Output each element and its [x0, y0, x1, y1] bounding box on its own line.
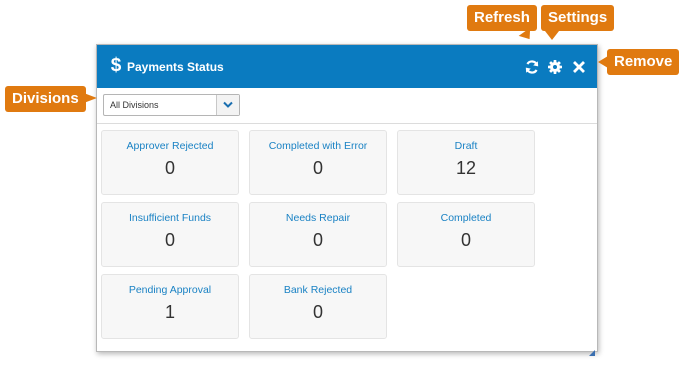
tile-value: 0 [312, 302, 323, 322]
divisions-select[interactable]: All Divisions [103, 94, 240, 116]
tile-label: Bank Rejected [283, 284, 353, 296]
callout-remove-pointer [598, 56, 608, 68]
status-tile-completed[interactable]: Completed 0 [397, 202, 535, 267]
dollar-icon: $ [110, 55, 122, 76]
tile-value: 12 [455, 158, 477, 178]
tile-label: Pending Approval [128, 284, 212, 296]
chevron-down-icon [223, 101, 233, 108]
tile-label: Completed with Error [268, 140, 368, 152]
divisions-select-value: All Divisions [110, 100, 159, 110]
tile-value: 0 [164, 158, 175, 178]
widget-title: Payments Status [127, 60, 224, 74]
tile-label: Draft [454, 140, 478, 152]
divisions-dropdown-button[interactable] [216, 95, 239, 115]
tile-label: Insufficient Funds [128, 212, 212, 224]
close-icon[interactable] [571, 59, 587, 75]
callout-remove: Remove [607, 49, 680, 75]
callout-refresh: Refresh [467, 5, 537, 31]
callout-settings-pointer [545, 31, 559, 40]
status-tile-draft[interactable]: Draft 12 [397, 130, 535, 195]
status-tile-approver-rejected[interactable]: Approver Rejected 0 [101, 130, 239, 195]
tile-label: Needs Repair [285, 212, 351, 224]
tile-value: 0 [312, 158, 323, 178]
tile-label: Completed [440, 212, 492, 224]
tile-value: 1 [164, 302, 175, 322]
gear-icon[interactable] [547, 59, 563, 75]
callout-settings: Settings [541, 5, 615, 31]
status-tile-pending-approval[interactable]: Pending Approval 1 [101, 274, 239, 339]
callout-divisions: Divisions [5, 86, 86, 112]
callout-divisions-pointer [81, 92, 97, 104]
header-divider [97, 123, 597, 124]
refresh-icon[interactable] [524, 59, 540, 75]
tile-value: 0 [164, 230, 175, 250]
status-tile-insufficient-funds[interactable]: Insufficient Funds 0 [101, 202, 239, 267]
tile-label: Approver Rejected [126, 140, 214, 152]
tile-value: 0 [312, 230, 323, 250]
status-tile-completed-with-error[interactable]: Completed with Error 0 [249, 130, 387, 195]
resize-grip-icon[interactable] [589, 343, 595, 356]
tile-value: 0 [460, 230, 471, 250]
payments-status-widget: $ Payments Status All Divisions Approver… [96, 44, 598, 356]
status-tile-needs-repair[interactable]: Needs Repair 0 [249, 202, 387, 267]
widget-header: $ Payments Status [97, 45, 597, 88]
status-tile-bank-rejected[interactable]: Bank Rejected 0 [249, 274, 387, 339]
